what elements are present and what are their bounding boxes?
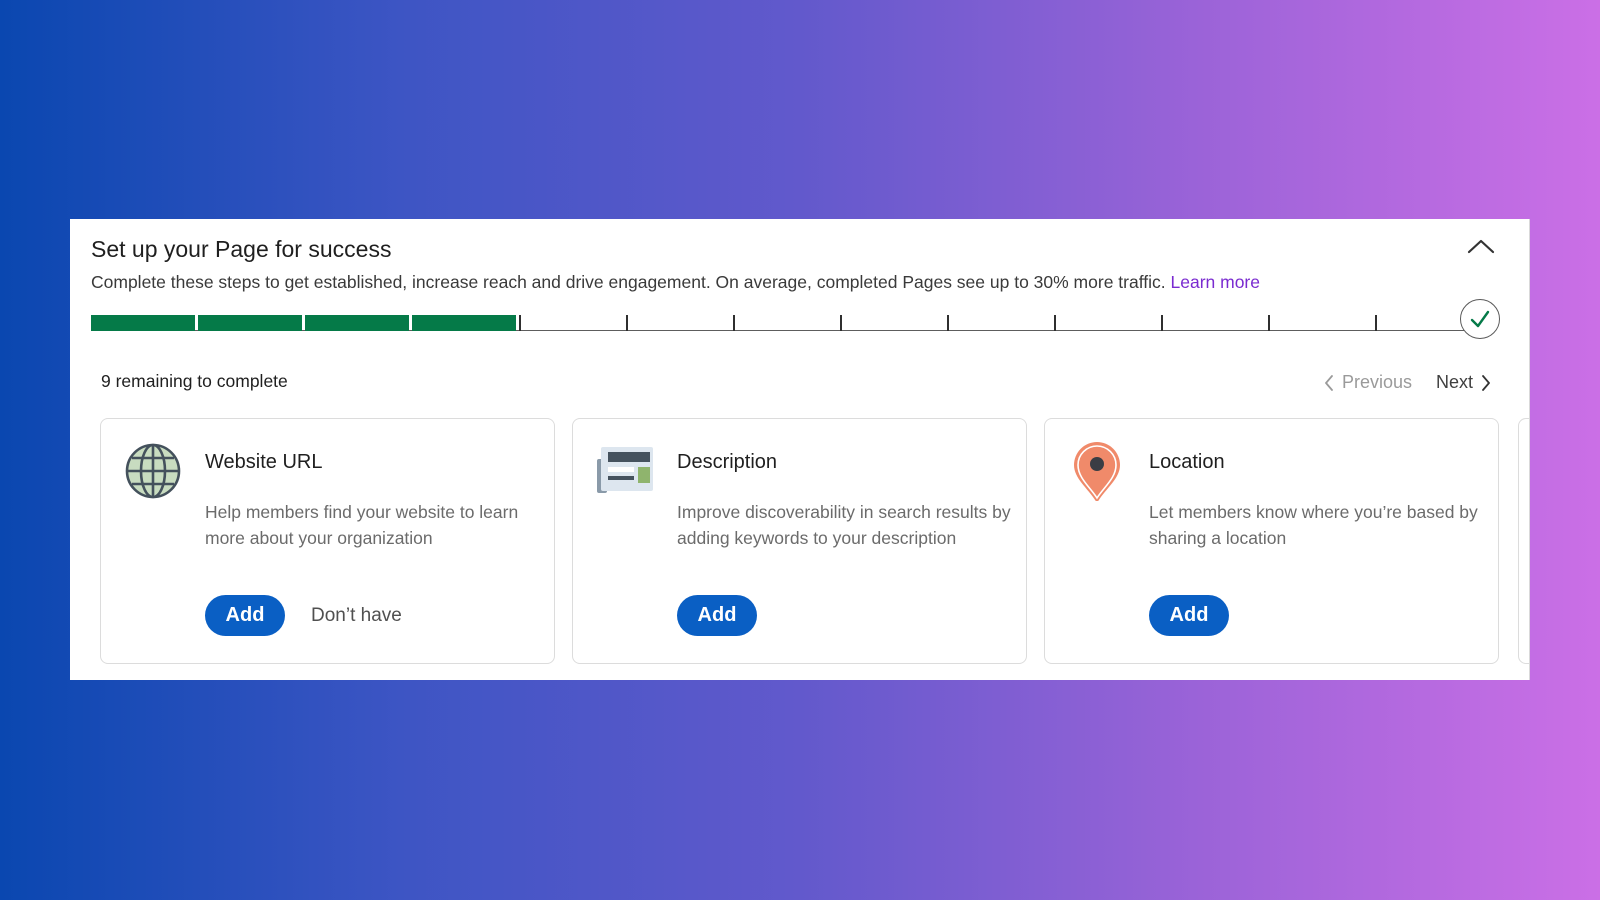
progress-segment-complete [198, 315, 302, 331]
progress-segment-incomplete [1161, 315, 1268, 331]
previous-button[interactable]: Previous [1324, 372, 1412, 393]
card-description: Let members know where you’re based by s… [1149, 502, 1478, 548]
completion-check [1460, 299, 1500, 339]
previous-label: Previous [1341, 372, 1412, 392]
card-next-partial [1518, 418, 1529, 664]
pager: Previous Next [1324, 372, 1491, 393]
checkmark-icon [1470, 310, 1490, 328]
progress-bar [91, 315, 1482, 331]
globe-icon [125, 443, 181, 499]
card-title: Description [677, 451, 778, 473]
progress-segment-complete [305, 315, 409, 331]
chevron-right-icon [1482, 374, 1490, 391]
newspaper-icon [597, 447, 653, 493]
card-website-url: Website URL Help members find your websi… [100, 418, 555, 664]
add-location-button[interactable]: Add [1149, 595, 1229, 636]
next-button[interactable]: Next [1436, 372, 1491, 393]
location-pin-icon [1074, 442, 1120, 501]
progress-segment-complete [91, 315, 195, 331]
progress-segment-incomplete [1268, 315, 1375, 331]
progress-segment-incomplete [840, 315, 947, 331]
card-description: Improve discoverability in search result… [677, 502, 1011, 548]
card-location: Location Let members know where you’re b… [1044, 418, 1499, 664]
card-title: Location [1149, 451, 1225, 473]
progress-segment-incomplete [519, 315, 626, 331]
setup-panel: Set up your Page for success Complete th… [70, 219, 1530, 680]
card-description: Description Improve discoverability in s… [572, 418, 1027, 664]
progress-segment-complete [412, 315, 516, 331]
subtitle-text: Complete these steps to get established,… [91, 272, 1166, 292]
learn-more-link[interactable]: Learn more [1171, 272, 1261, 292]
collapse-button[interactable] [1461, 231, 1501, 261]
next-label: Next [1435, 372, 1473, 392]
add-website-button[interactable]: Add [205, 595, 285, 636]
progress-segment-incomplete [733, 315, 840, 331]
panel-subtitle: Complete these steps to get established,… [91, 272, 1260, 293]
panel-title: Set up your Page for success [91, 236, 392, 262]
chevron-up-icon [1467, 239, 1495, 254]
dont-have-button[interactable]: Don’t have [311, 605, 402, 627]
add-description-button[interactable]: Add [677, 595, 757, 636]
progress-segment-incomplete [626, 315, 733, 331]
progress-segment-incomplete [1054, 315, 1161, 331]
remaining-count: 9 remaining to complete [101, 371, 288, 391]
card-title: Website URL [205, 451, 323, 473]
progress-segment-incomplete [947, 315, 1054, 331]
card-description: Help members find your website to learn … [205, 502, 519, 548]
chevron-left-icon [1325, 374, 1333, 391]
